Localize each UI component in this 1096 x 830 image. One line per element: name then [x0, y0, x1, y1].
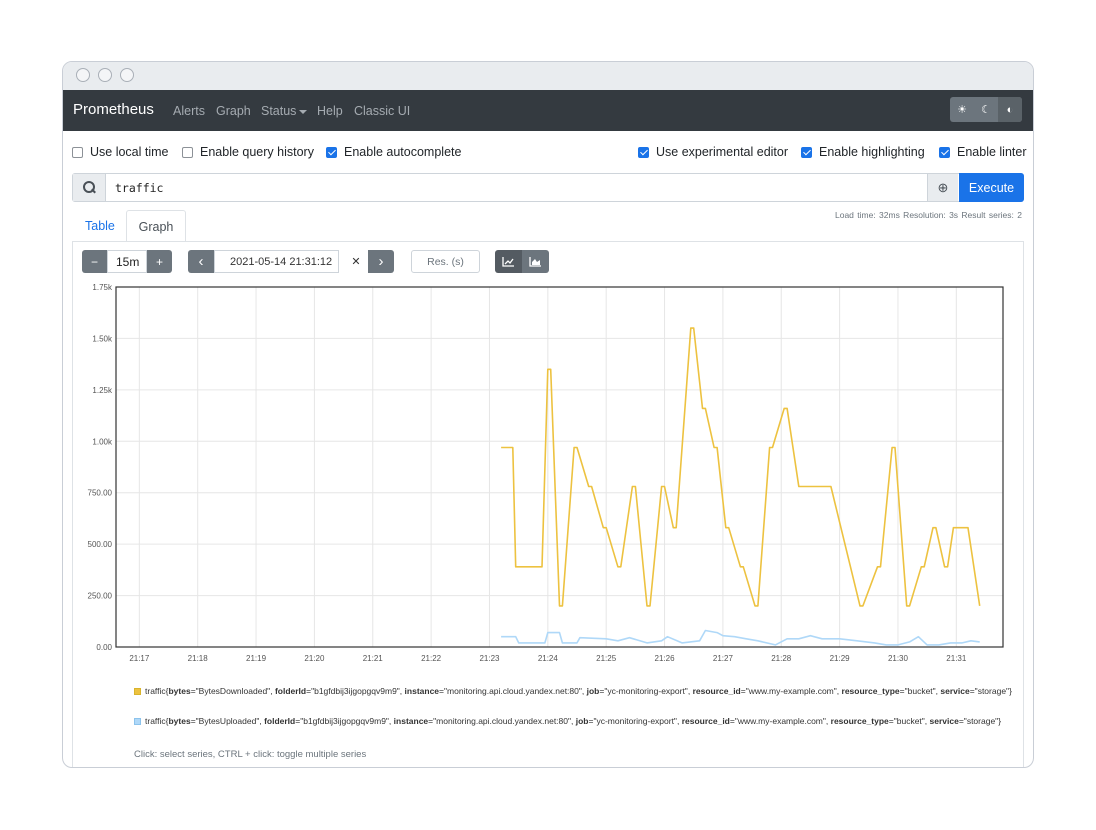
linter-checkbox[interactable]: [939, 146, 950, 158]
x-tick-label: 21:20: [304, 654, 325, 663]
search-icon: [73, 174, 106, 201]
navbar: Prometheus Alerts Graph Status Help Clas…: [63, 90, 1033, 131]
tab-graph[interactable]: Graph: [126, 210, 186, 242]
metrics-explorer-icon[interactable]: ⊕: [927, 174, 958, 201]
legend-item-downloaded[interactable]: traffic{bytes="BytesDownloaded", folderI…: [134, 684, 1014, 699]
tab-table[interactable]: Table: [85, 219, 115, 233]
expression-bar: traffic ⊕ Execute: [72, 173, 1024, 202]
query-history-label: Enable query history: [200, 145, 314, 159]
nav-status[interactable]: Status: [261, 104, 308, 118]
query-history-option[interactable]: Enable query history: [182, 145, 314, 159]
x-tick-label: 21:29: [830, 654, 851, 663]
maximize-window-icon[interactable]: [120, 68, 134, 82]
brand-logo[interactable]: Prometheus: [73, 101, 154, 118]
nav-alerts[interactable]: Alerts: [173, 104, 205, 118]
legend-hint: Click: select series, CTRL + click: togg…: [134, 749, 367, 760]
close-window-icon[interactable]: [76, 68, 90, 82]
x-tick-label: 21:19: [246, 654, 267, 663]
use-local-time-option[interactable]: Use local time: [72, 145, 169, 159]
legend-swatch: [134, 688, 141, 696]
legend-item-uploaded[interactable]: traffic{bytes="BytesUploaded", folderId=…: [134, 714, 1014, 729]
y-tick-label: 1.75k: [92, 283, 113, 292]
autocomplete-label: Enable autocomplete: [344, 145, 462, 159]
chevron-down-icon: [299, 109, 308, 114]
x-tick-label: 21:25: [596, 654, 617, 663]
nav-graph[interactable]: Graph: [216, 104, 251, 118]
y-tick-label: 750.00: [88, 489, 113, 498]
moon-icon[interactable]: ☾: [974, 97, 998, 122]
linter-label: Enable linter: [957, 145, 1027, 159]
window-titlebar: [63, 62, 1033, 91]
nav-classic-ui[interactable]: Classic UI: [354, 104, 410, 118]
x-tick-label: 21:31: [946, 654, 967, 663]
experimental-editor-checkbox[interactable]: [638, 146, 649, 158]
use-local-time-checkbox[interactable]: [72, 146, 83, 158]
autocomplete-option[interactable]: Enable autocomplete: [326, 145, 461, 159]
query-stats: Load time: 32ms Resolution: 3s Result se…: [834, 210, 1022, 220]
expression-input[interactable]: traffic: [115, 181, 163, 195]
highlighting-option[interactable]: Enable highlighting: [801, 145, 925, 159]
y-tick-label: 250.00: [88, 592, 113, 601]
sun-icon[interactable]: ☀: [950, 97, 974, 122]
x-tick-label: 21:18: [188, 654, 209, 663]
legend-swatch: [134, 718, 141, 726]
legend-series-label: traffic{bytes="BytesUploaded", folderId=…: [145, 716, 1002, 726]
x-tick-label: 21:28: [771, 654, 792, 663]
x-tick-label: 21:21: [363, 654, 384, 663]
y-tick-label: 1.50k: [92, 334, 113, 343]
execute-button[interactable]: Execute: [959, 173, 1024, 202]
x-tick-label: 21:17: [129, 654, 150, 663]
x-tick-label: 21:26: [655, 654, 676, 663]
y-tick-label: 0.00: [96, 643, 112, 652]
y-tick-label: 1.25k: [92, 386, 113, 395]
x-tick-label: 21:22: [421, 654, 442, 663]
x-tick-label: 21:23: [479, 654, 500, 663]
nav-help[interactable]: Help: [317, 104, 343, 118]
experimental-editor-label: Use experimental editor: [656, 145, 789, 159]
autocomplete-checkbox[interactable]: [326, 146, 337, 158]
x-tick-label: 21:24: [538, 654, 559, 663]
legend-series-label: traffic{bytes="BytesDownloaded", folderI…: [145, 686, 1012, 696]
linter-option[interactable]: Enable linter: [939, 145, 1027, 159]
query-history-checkbox[interactable]: [182, 146, 193, 158]
x-tick-label: 21:30: [888, 654, 909, 663]
traffic-line-chart[interactable]: 0.00 250.00 500.00 750.00 1.00k 1.25k 1.50k 1.7…: [73, 242, 1023, 670]
minimize-window-icon[interactable]: [98, 68, 112, 82]
y-tick-label: 1.00k: [92, 437, 113, 446]
use-local-time-label: Use local time: [90, 145, 169, 159]
contrast-icon[interactable]: ◐: [998, 97, 1022, 122]
x-tick-label: 21:27: [713, 654, 734, 663]
highlighting-checkbox[interactable]: [801, 146, 812, 158]
theme-switcher: ☀ ☾ ◐: [950, 97, 1022, 122]
y-tick-label: 500.00: [88, 540, 113, 549]
nav-status-label: Status: [261, 104, 297, 118]
experimental-editor-option[interactable]: Use experimental editor: [638, 145, 788, 159]
browser-window: Prometheus Alerts Graph Status Help Clas…: [62, 61, 1034, 768]
highlighting-label: Enable highlighting: [819, 145, 925, 159]
